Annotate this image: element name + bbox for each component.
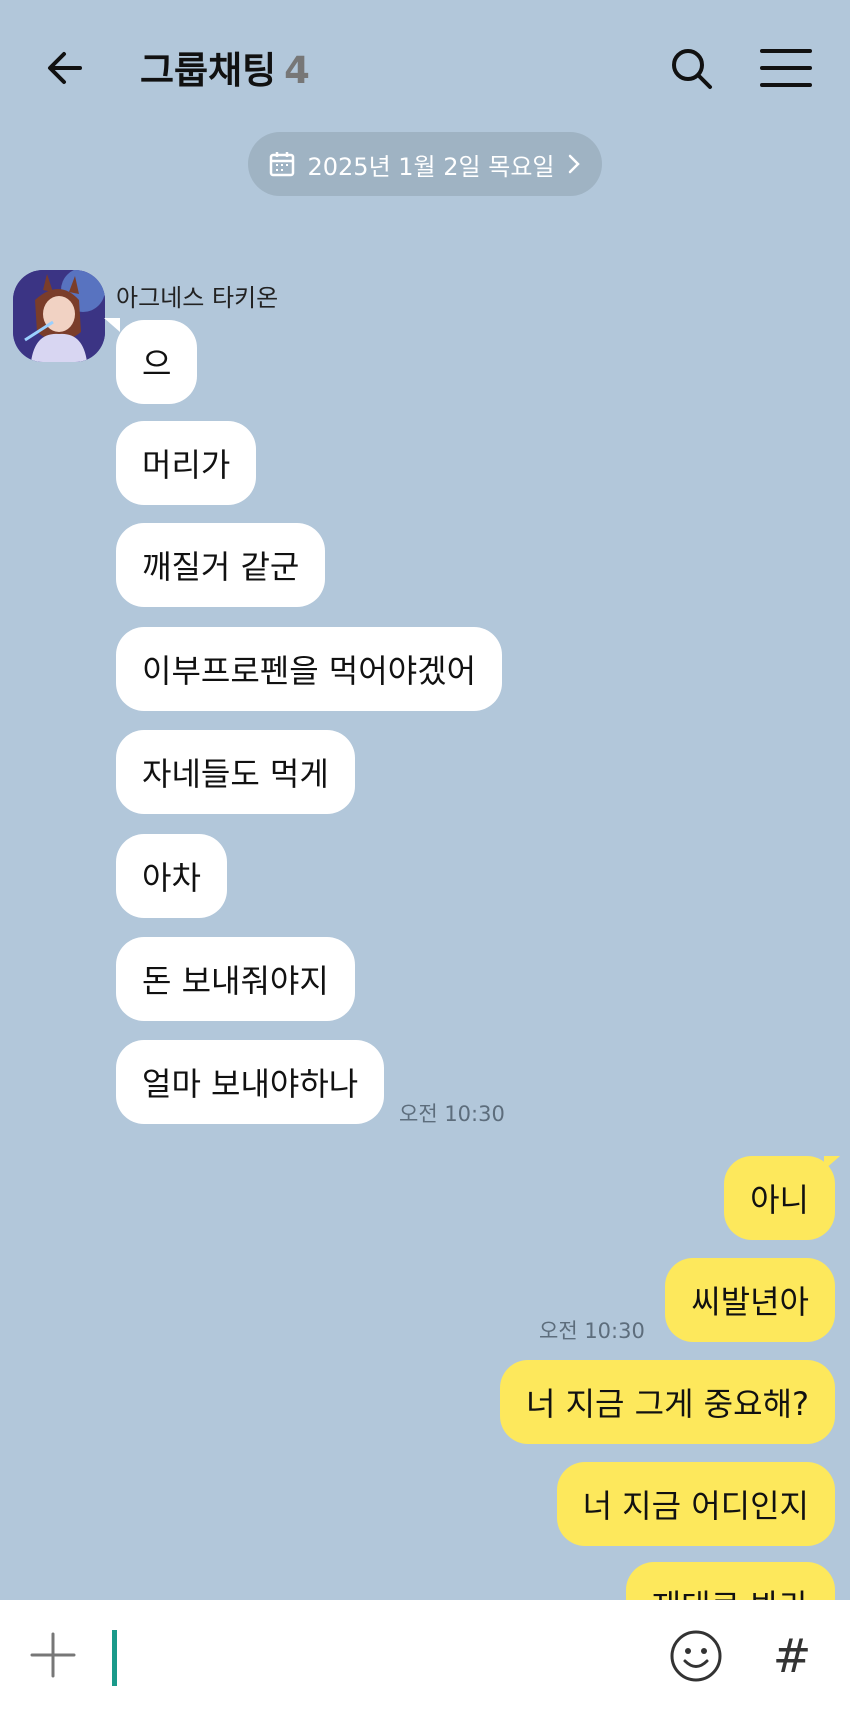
date-label: 2025년 1월 2일 목요일 (307, 152, 555, 181)
incoming-message[interactable]: 머리가 (116, 421, 257, 505)
chevron-right-icon (569, 154, 581, 174)
incoming-message[interactable]: 얼마 보내야하나 (116, 1040, 385, 1124)
search-icon (672, 49, 712, 89)
outgoing-message[interactable]: 너 지금 어디인지 (556, 1462, 835, 1546)
avatar-illustration (13, 270, 105, 362)
outgoing-timestamp: 오전 10:30 (539, 1319, 645, 1343)
message-input-bar: # (0, 1600, 850, 1713)
chat-header: 그룹채팅 4 (0, 0, 850, 130)
plus-icon (30, 1632, 76, 1678)
emoji-icon (670, 1630, 722, 1682)
avatar[interactable] (13, 270, 105, 362)
chat-title-text: 그룹채팅 (140, 49, 277, 92)
message-input[interactable] (120, 1622, 644, 1694)
incoming-message[interactable]: 으 (116, 320, 198, 404)
chat-title: 그룹채팅 4 (140, 40, 310, 94)
incoming-message[interactable]: 아차 (116, 834, 227, 918)
date-divider[interactable]: 2025년 1월 2일 목요일 (248, 132, 602, 196)
menu-button[interactable] (756, 42, 816, 94)
hamburger-menu-icon (760, 49, 812, 87)
incoming-message[interactable]: 깨질거 같군 (116, 523, 326, 607)
incoming-message[interactable]: 이부프로펜을 먹어야겠어 (116, 627, 503, 711)
sender-name: 아그네스 타키온 (116, 284, 279, 312)
back-button[interactable] (40, 42, 96, 94)
outgoing-message[interactable]: 씨발년아 (665, 1258, 835, 1342)
bubble-tail (104, 318, 120, 332)
incoming-timestamp: 오전 10:30 (399, 1102, 505, 1126)
text-cursor (112, 1630, 117, 1686)
back-arrow-icon (48, 52, 82, 84)
calendar-icon (269, 152, 294, 177)
hashtag-button[interactable]: # (770, 1626, 814, 1686)
incoming-message[interactable]: 자네들도 먹게 (116, 730, 355, 814)
hashtag-icon: # (772, 1629, 812, 1683)
outgoing-message[interactable]: 아니 (724, 1156, 835, 1240)
search-button[interactable] (664, 42, 720, 94)
outgoing-message[interactable]: 너 지금 그게 중요해? (499, 1360, 835, 1444)
emoji-button[interactable] (668, 1628, 724, 1684)
attach-button[interactable] (28, 1630, 78, 1680)
incoming-message[interactable]: 돈 보내줘야지 (116, 937, 355, 1021)
member-count: 4 (284, 49, 310, 92)
